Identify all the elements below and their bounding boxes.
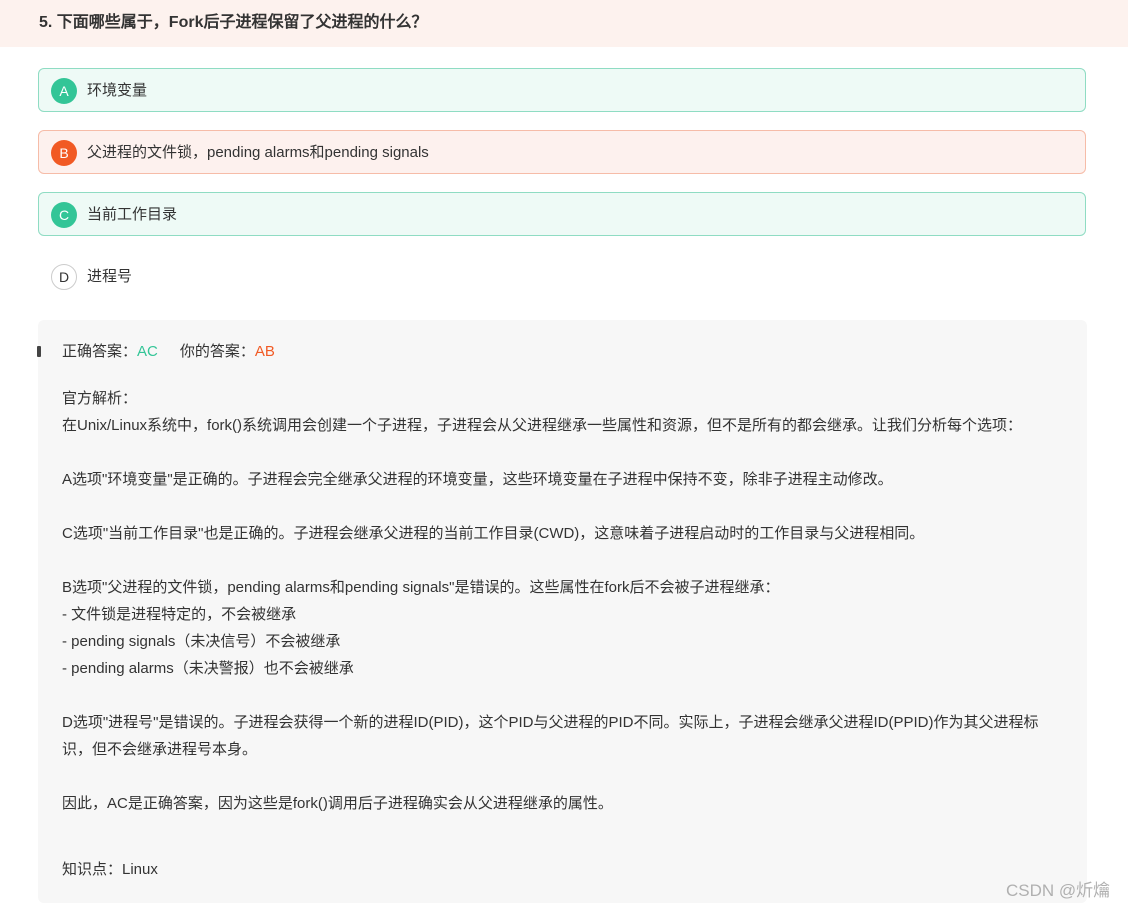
option-c-badge: C [51, 202, 77, 228]
option-b-text: 父进程的文件锁，pending alarms和pending signals [87, 144, 429, 161]
user-answer-value: AB [254, 343, 275, 360]
explanation-b-item: - pending alarms（未决警报）也不会被继承 [62, 660, 354, 677]
explanation-option-c: C选项"当前工作目录"也是正确的。子进程会继承父进程的当前工作目录(CWD)，这… [62, 525, 925, 542]
explanation-option-d: D选项"进程号"是错误的。子进程会获得一个新的进程ID(PID)，这个PID与父… [62, 714, 1039, 758]
explanation-body: 官方解析： 在Unix/Linux系统中，fork()系统调用会创建一个子进程，… [62, 385, 1068, 817]
option-d-badge: D [51, 264, 77, 290]
option-b[interactable]: B 父进程的文件锁，pending alarms和pending signals [38, 130, 1086, 174]
option-a-text: 环境变量 [87, 82, 148, 99]
explanation-heading: 官方解析： [62, 390, 138, 407]
question-header: 5. 下面哪些属于，Fork后子进程保留了父进程的什么？ [0, 0, 1128, 47]
correct-answer-label: 正确答案： [62, 343, 138, 360]
option-a-badge: A [51, 78, 77, 104]
option-c[interactable]: C 当前工作目录 [38, 192, 1086, 236]
user-answer-label: 你的答案： [179, 343, 255, 360]
explanation-option-b: B选项"父进程的文件锁，pending alarms和pending signa… [62, 579, 780, 596]
explanation-b-item: - pending signals（未决信号）不会被继承 [62, 633, 341, 650]
correct-answer-value: AC [137, 343, 158, 360]
option-b-badge: B [51, 140, 77, 166]
collapse-handle[interactable] [37, 346, 41, 357]
option-d-text: 进程号 [87, 268, 133, 285]
explanation-conclusion: 因此，AC是正确答案，因为这些是fork()调用后子进程确实会从父进程继承的属性… [62, 795, 613, 812]
question-title: 5. 下面哪些属于，Fork后子进程保留了父进程的什么？ [39, 14, 428, 31]
explanation-option-a: A选项"环境变量"是正确的。子进程会完全继承父进程的环境变量，这些环境变量在子进… [62, 471, 893, 488]
watermark: CSDN @炘爚 [1006, 881, 1111, 900]
option-d[interactable]: D 进程号 [38, 254, 1086, 298]
option-c-text: 当前工作目录 [87, 206, 178, 223]
explanation-intro: 在Unix/Linux系统中，fork()系统调用会创建一个子进程，子进程会从父… [62, 417, 1023, 434]
explanation-b-item: - 文件锁是进程特定的，不会被继承 [62, 606, 297, 623]
option-a[interactable]: A 环境变量 [38, 68, 1086, 112]
knowledge-point: 知识点：Linux [62, 861, 158, 878]
answer-summary: 正确答案：AC 你的答案：AB [62, 342, 275, 362]
